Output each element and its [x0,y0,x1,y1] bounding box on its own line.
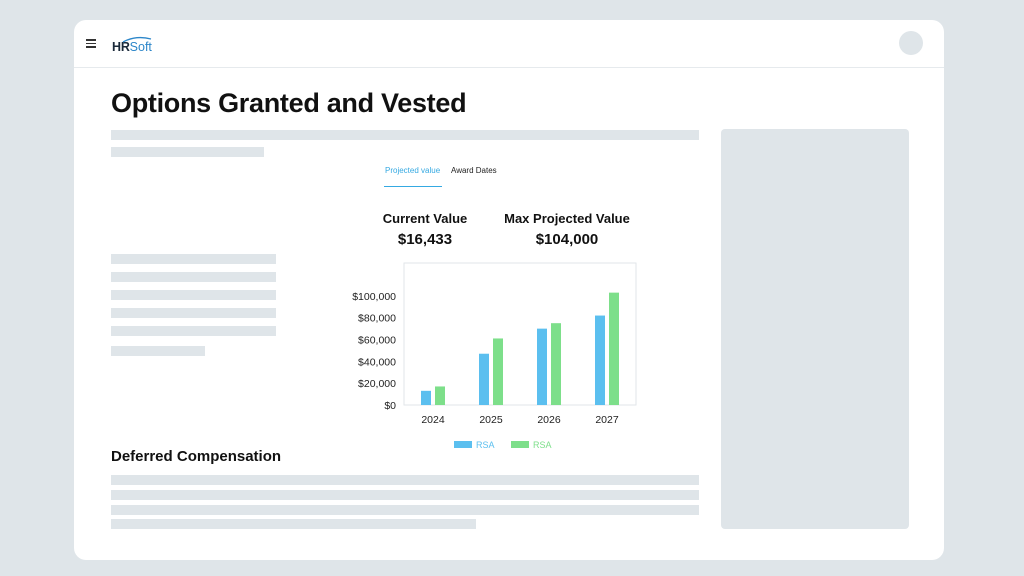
bar-green-2026 [551,323,561,405]
tab-award-dates[interactable]: Award Dates [451,166,497,186]
bar-green-2025 [493,338,503,405]
y-tick-label: $0 [384,400,396,412]
placeholder-line [111,308,276,318]
current-value: $16,433 [397,231,453,248]
deferred-compensation-heading: Deferred Compensation [111,448,282,465]
placeholder-line [111,130,699,140]
top-bar: HRSoft [74,20,944,68]
bar-green-2024 [435,386,445,405]
placeholder-line [111,290,276,300]
max-projected-value-label: Max Projected Value [504,211,630,226]
side-panel [721,129,909,529]
bar-blue-2027 [595,315,605,405]
placeholder-line [111,490,699,500]
max-projected-value: $104,000 [535,231,599,248]
placeholder-line [111,254,276,264]
legend-label: RSA [476,440,495,450]
current-value-label: Current Value [382,211,468,226]
legend-label: RSA [533,440,552,450]
y-tick-label: $60,000 [358,335,396,347]
placeholder-line [111,272,276,282]
x-tick-label: 2027 [595,414,619,426]
page-title: Options Granted and Vested [111,88,467,118]
y-tick-label: $100,000 [352,291,396,303]
y-tick-label: $20,000 [358,378,396,390]
x-tick-label: 2024 [421,414,445,426]
app-window: HRSoft Options Granted and Vested Projec… [74,20,944,560]
placeholder-line [111,475,699,485]
hamburger-menu-icon[interactable] [86,39,96,48]
legend-swatch [454,441,472,448]
bar-green-2027 [609,292,619,405]
bar-blue-2025 [479,353,489,405]
user-avatar[interactable] [899,31,923,55]
logo-swoosh-icon [122,36,152,43]
tab-projected-value[interactable]: Projected value [384,166,442,187]
y-tick-label: $40,000 [358,356,396,368]
placeholder-line [111,326,276,336]
rsa-bar-chart: $0 $20,000 $40,000 $60,000 $80,000 $100,000 20… [352,262,637,450]
x-tick-label: 2025 [479,414,503,426]
chart-tabs: Projected value Award Dates [384,166,524,190]
placeholder-line [111,346,205,356]
bar-blue-2026 [537,328,547,405]
hrsoft-logo[interactable]: HRSoft [112,36,152,58]
placeholder-line [111,519,476,529]
y-tick-label: $80,000 [358,313,396,325]
placeholder-line [111,147,264,157]
placeholder-line [111,505,699,515]
bar-blue-2024 [421,390,431,405]
x-tick-label: 2026 [537,414,561,426]
legend-swatch [511,441,529,448]
